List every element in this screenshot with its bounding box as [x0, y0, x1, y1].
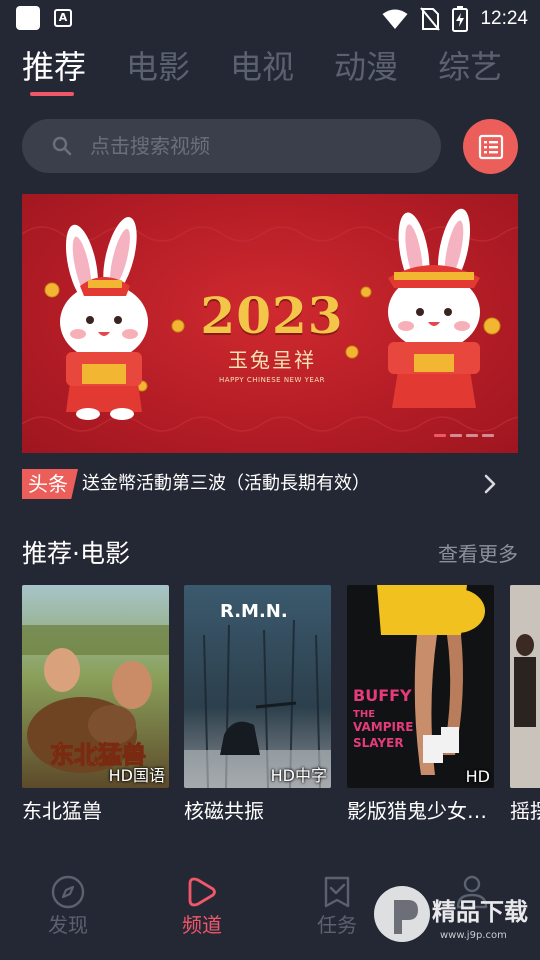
- svg-text:BUFFY: BUFFY: [353, 686, 412, 705]
- status-icons: 12:24: [382, 0, 528, 38]
- poster-title: R.M.N.: [220, 601, 288, 622]
- tab-tv[interactable]: 电视: [230, 44, 294, 90]
- watermark-logo: 精品下载 www.j9p.com: [372, 870, 540, 956]
- carousel-dot[interactable]: [466, 434, 478, 437]
- search-placeholder: 点击搜索视频: [90, 134, 210, 158]
- a-icon: A: [54, 9, 72, 27]
- tab-movies[interactable]: 电影: [126, 44, 190, 90]
- compass-icon: [51, 875, 85, 909]
- chevron-right-icon: [484, 474, 496, 494]
- app-icon: [16, 6, 40, 30]
- svg-text:SLAYER: SLAYER: [353, 736, 404, 750]
- right-rabbit: [388, 208, 480, 408]
- headline-ticker[interactable]: 头条 送金幣活動第三波（活動長期有效）: [22, 468, 518, 500]
- search-icon: [52, 136, 72, 156]
- tab-variety[interactable]: 综艺: [438, 44, 502, 90]
- movie-title: 摇摆: [510, 799, 540, 823]
- play-icon: [188, 877, 216, 907]
- svg-text:VAMPIRE: VAMPIRE: [353, 720, 413, 734]
- nav-label: 发现: [48, 913, 88, 937]
- carousel-dot[interactable]: [482, 434, 494, 437]
- quality-badge: HD国语: [108, 766, 165, 785]
- section-title: 推荐·电影: [22, 539, 130, 568]
- promo-banner[interactable]: 2023 玉兔呈祥 HAPPY CHINESE NEW YEAR: [22, 194, 518, 453]
- movie-poster: 东北猛兽 HD国语: [22, 585, 169, 788]
- svg-text:精品下载: 精品下载: [432, 898, 528, 926]
- tab-recommend[interactable]: 推荐: [22, 44, 86, 90]
- banner-subtitle: HAPPY CHINESE NEW YEAR: [219, 376, 325, 384]
- headline-badge: 头条: [22, 469, 78, 499]
- headline-text: 送金幣活動第三波（活動長期有效）: [82, 473, 370, 494]
- movie-title: 东北猛兽: [22, 799, 102, 823]
- tab-anime[interactable]: 动漫: [334, 44, 398, 90]
- movie-poster: R.M.N. HD中字: [184, 585, 331, 788]
- status-bar: A 12:24: [0, 0, 540, 38]
- wifi-icon: [382, 9, 408, 29]
- movie-poster: BUFFY THE VAMPIRE SLAYER HD: [347, 585, 494, 788]
- task-icon: [324, 876, 350, 908]
- movie-poster: [510, 585, 540, 788]
- carousel-dots: [434, 434, 494, 437]
- no-sim-icon: [420, 7, 441, 31]
- history-button[interactable]: [463, 119, 518, 174]
- search-input[interactable]: 点击搜索视频: [22, 119, 441, 173]
- svg-text:www.j9p.com: www.j9p.com: [440, 930, 507, 941]
- banner-title: 玉兔呈祥: [228, 348, 316, 372]
- banner-year: 2023: [200, 286, 344, 345]
- list-icon: [478, 134, 503, 159]
- clock: 12:24: [480, 8, 528, 29]
- left-rabbit: [60, 217, 148, 420]
- category-tabs: 推荐 电影 电视 动漫 综艺: [22, 44, 502, 90]
- movie-carousel: 东北猛兽 HD国语 东北猛兽 R.M.N. HD中字 核磁共振 BUFFY TH…: [22, 585, 540, 835]
- nav-channels[interactable]: 频道: [152, 874, 252, 940]
- see-more-link[interactable]: 查看更多: [438, 540, 518, 568]
- active-tab-indicator: [30, 92, 74, 96]
- battery-charging-icon: [452, 6, 469, 32]
- carousel-dot[interactable]: [450, 434, 462, 437]
- quality-badge: HD中字: [270, 766, 327, 785]
- nav-label: 频道: [182, 913, 222, 937]
- nav-discover[interactable]: 发现: [18, 874, 118, 940]
- svg-text:THE: THE: [353, 709, 375, 720]
- carousel-dot[interactable]: [434, 434, 446, 437]
- quality-badge: HD: [465, 767, 490, 786]
- movie-title: 影版猎鬼少女…: [347, 799, 487, 823]
- movie-title: 核磁共振: [184, 799, 264, 823]
